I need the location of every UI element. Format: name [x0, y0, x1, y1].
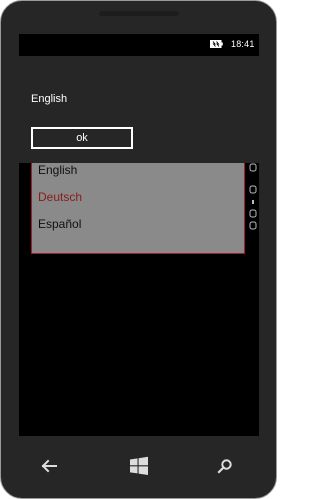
- search-button[interactable]: [213, 454, 237, 478]
- battery-icon: [210, 40, 223, 48]
- side-indicator: [249, 162, 259, 238]
- windows-start-icon: [130, 456, 148, 475]
- ok-button[interactable]: ok: [31, 127, 133, 149]
- list-item-deutsch[interactable]: Deutsch: [38, 190, 82, 204]
- speaker-grille: [99, 11, 179, 16]
- hardware-navigation-bar: [1, 436, 276, 498]
- list-item-espanol[interactable]: Español: [38, 217, 81, 231]
- start-button[interactable]: [127, 454, 151, 478]
- screen: 18:41 - English Deutsch Español English …: [19, 34, 259, 436]
- status-bar: 18:41: [19, 34, 259, 56]
- phone-frame: 18:41 - English Deutsch Español English …: [0, 0, 277, 499]
- side-ellipsis-icon: [249, 163, 257, 230]
- back-button[interactable]: [37, 454, 61, 478]
- message-dialog: English ok: [19, 56, 259, 163]
- back-arrow-icon: [41, 459, 57, 473]
- search-icon: [217, 459, 232, 474]
- list-item-english[interactable]: English: [38, 163, 77, 177]
- dialog-message: English: [31, 93, 68, 105]
- clock: 18:41: [231, 39, 255, 49]
